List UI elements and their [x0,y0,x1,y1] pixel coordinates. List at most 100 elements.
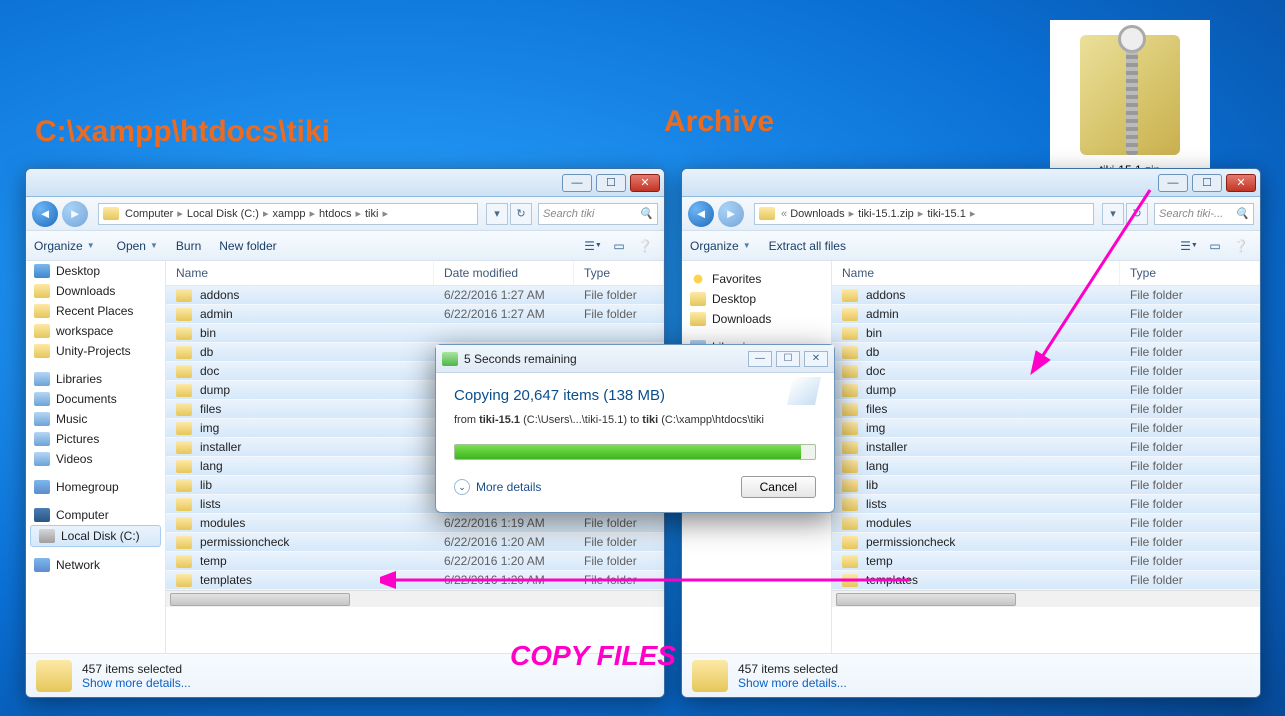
folder-icon [842,498,858,511]
file-row[interactable]: modules6/22/2016 1:19 AMFile folder [166,514,664,533]
maximize-button[interactable]: ☐ [596,174,626,192]
sidebar-item[interactable]: Desktop [682,289,831,309]
minimize-button[interactable]: — [562,174,592,192]
breadcrumb-segment[interactable]: tiki-15.1 [927,208,966,220]
burn-button[interactable]: Burn [176,239,201,253]
help-button[interactable]: ❔ [634,236,656,256]
folder-icon [842,365,858,378]
new-folder-button[interactable]: New folder [219,239,276,253]
sidebar-category-libraries[interactable]: Libraries [26,369,165,389]
file-row[interactable]: templates6/22/2016 1:20 AMFile folder [166,571,664,590]
maximize-button[interactable]: ☐ [776,351,800,367]
organize-menu[interactable]: Organize▼ [34,239,95,253]
refresh-button[interactable]: ↻ [510,203,532,225]
file-row[interactable]: filesFile folder [832,400,1260,419]
file-row[interactable]: templatesFile folder [832,571,1260,590]
breadcrumb-segment[interactable]: Computer [125,208,173,220]
column-headers[interactable]: Name Type [832,261,1260,286]
sidebar-item[interactable]: workspace [26,321,165,341]
close-button[interactable]: ✕ [804,351,828,367]
file-row[interactable]: dumpFile folder [832,381,1260,400]
sidebar-category-homegroup[interactable]: Homegroup [26,477,165,497]
address-bar[interactable]: Computer▸Local Disk (C:)▸xampp▸htdocs▸ti… [98,203,478,225]
help-button[interactable]: ❔ [1230,236,1252,256]
file-row[interactable]: addons6/22/2016 1:27 AMFile folder [166,286,664,305]
breadcrumb-segment[interactable]: xampp [272,208,305,220]
sidebar-icon [39,529,55,543]
dialog-titlebar[interactable]: 5 Seconds remaining — ☐ ✕ [436,345,834,373]
file-row[interactable]: listsFile folder [832,495,1260,514]
folder-icon [842,308,858,321]
breadcrumb-segment[interactable]: Local Disk (C:) [187,208,259,220]
sidebar-category-network[interactable]: Network [26,555,165,575]
sidebar-category-computer[interactable]: Computer [26,505,165,525]
sidebar-item[interactable]: Desktop [26,261,165,281]
refresh-button[interactable]: ↻ [1126,203,1148,225]
file-row[interactable]: installerFile folder [832,438,1260,457]
file-row[interactable]: imgFile folder [832,419,1260,438]
file-row[interactable]: temp6/22/2016 1:20 AMFile folder [166,552,664,571]
sidebar-item[interactable]: Recent Places [26,301,165,321]
file-row[interactable]: tempFile folder [832,552,1260,571]
file-row[interactable]: adminFile folder [832,305,1260,324]
sidebar-item[interactable]: Videos [26,449,165,469]
preview-pane-button[interactable]: ▭ [608,236,630,256]
forward-button[interactable]: ► [718,201,744,227]
preview-pane-button[interactable]: ▭ [1204,236,1226,256]
show-details-link[interactable]: Show more details... [738,676,847,690]
sidebar-item[interactable]: Pictures [26,429,165,449]
search-input[interactable]: Search tiki🔍 [538,203,658,225]
show-details-link[interactable]: Show more details... [82,676,191,690]
back-button[interactable]: ◄ [32,201,58,227]
file-row[interactable]: addonsFile folder [832,286,1260,305]
network-icon [34,558,50,572]
view-options-button[interactable]: ☰▼ [1178,236,1200,256]
file-row[interactable]: dbFile folder [832,343,1260,362]
maximize-button[interactable]: ☐ [1192,174,1222,192]
horizontal-scrollbar[interactable] [166,590,664,607]
titlebar[interactable]: — ☐ ✕ [682,169,1260,197]
folder-icon [176,441,192,454]
file-row[interactable]: permissioncheck6/22/2016 1:20 AMFile fol… [166,533,664,552]
breadcrumb-segment[interactable]: tiki-15.1.zip [858,208,914,220]
titlebar[interactable]: — ☐ ✕ [26,169,664,197]
search-input[interactable]: Search tiki-...🔍 [1154,203,1254,225]
forward-button[interactable]: ► [62,201,88,227]
sidebar-category-favorites[interactable]: Favorites [682,269,831,289]
search-icon: 🔍 [1235,207,1249,220]
sidebar-item[interactable]: Downloads [26,281,165,301]
close-button[interactable]: ✕ [630,174,660,192]
close-button[interactable]: ✕ [1226,174,1256,192]
breadcrumb-segment[interactable]: tiki [365,208,378,220]
sidebar-item[interactable]: Downloads [682,309,831,329]
file-row[interactable]: permissioncheckFile folder [832,533,1260,552]
file-row[interactable]: docFile folder [832,362,1260,381]
file-row[interactable]: bin [166,324,664,343]
minimize-button[interactable]: — [1158,174,1188,192]
address-bar[interactable]: « Downloads▸tiki-15.1.zip▸tiki-15.1▸ [754,203,1094,225]
back-button[interactable]: ◄ [688,201,714,227]
file-row[interactable]: binFile folder [832,324,1260,343]
file-row[interactable]: modulesFile folder [832,514,1260,533]
file-row[interactable]: libFile folder [832,476,1260,495]
minimize-button[interactable]: — [748,351,772,367]
column-headers[interactable]: Name Date modified Type [166,261,664,286]
extract-all-button[interactable]: Extract all files [769,239,846,253]
sidebar-item[interactable]: Local Disk (C:) [30,525,161,547]
horizontal-scrollbar[interactable] [832,590,1260,607]
folder-icon [842,555,858,568]
more-details-toggle[interactable]: ⌄More details [454,479,541,495]
address-dropdown-button[interactable]: ▾ [1102,203,1124,225]
address-dropdown-button[interactable]: ▾ [486,203,508,225]
file-row[interactable]: admin6/22/2016 1:27 AMFile folder [166,305,664,324]
open-button[interactable]: Open▼ [113,239,158,253]
cancel-button[interactable]: Cancel [741,476,816,498]
organize-menu[interactable]: Organize▼ [690,239,751,253]
sidebar-item[interactable]: Unity-Projects [26,341,165,361]
view-options-button[interactable]: ☰▼ [582,236,604,256]
breadcrumb-segment[interactable]: Downloads [790,208,844,220]
sidebar-item[interactable]: Music [26,409,165,429]
file-row[interactable]: langFile folder [832,457,1260,476]
sidebar-item[interactable]: Documents [26,389,165,409]
breadcrumb-segment[interactable]: htdocs [319,208,351,220]
